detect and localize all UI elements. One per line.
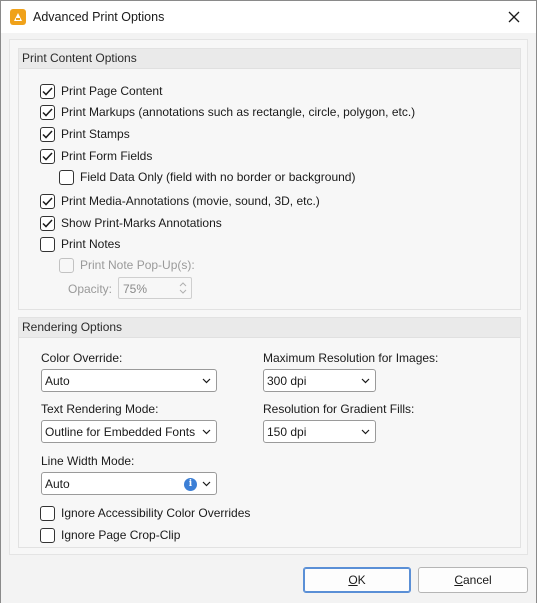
line-width-mode-value: Auto: [45, 477, 70, 491]
pdf-editor-app-icon: [10, 9, 26, 25]
text-rendering-mode-value: Outline for Embedded Fonts: [45, 425, 196, 439]
print-note-popups-label: Print Note Pop-Up(s):: [80, 258, 195, 272]
ok-rest: K: [357, 573, 366, 587]
ignore-accessibility-label: Ignore Accessibility Color Overrides: [61, 506, 251, 520]
checkmark-icon: [40, 148, 55, 164]
gradient-resolution-label: Resolution for Gradient Fills:: [263, 402, 415, 416]
ok-button[interactable]: OK: [303, 567, 411, 593]
cancel-mnemonic: C: [454, 573, 463, 587]
checkbox-box: [40, 527, 55, 543]
info-icon[interactable]: i: [184, 478, 197, 491]
dialog-content: Print Content Options Print Page Content…: [9, 39, 528, 555]
group-header-rendering: Rendering Options: [19, 318, 520, 338]
chevron-down-icon: [202, 378, 211, 384]
spinner-arrows-icon: [179, 282, 187, 294]
field-data-only-label: Field Data Only (field with no border or…: [80, 170, 356, 184]
print-form-fields-checkbox[interactable]: Print Form Fields: [40, 147, 152, 165]
chevron-down-icon: [361, 378, 370, 384]
gradient-resolution-select[interactable]: 150 dpi: [263, 420, 376, 443]
rendering-options-group: Rendering Options Color Override: Auto T…: [18, 317, 521, 548]
print-markups-checkbox[interactable]: Print Markups (annotations such as recta…: [40, 103, 415, 121]
checkmark-icon: [40, 104, 55, 120]
ignore-crop-clip-label: Ignore Page Crop-Clip: [61, 528, 181, 542]
checkbox-box: [59, 257, 74, 273]
cancel-rest: ancel: [462, 573, 492, 587]
print-stamps-checkbox[interactable]: Print Stamps: [40, 125, 130, 143]
opacity-label: Opacity:: [68, 282, 113, 296]
cancel-button[interactable]: Cancel: [418, 567, 528, 593]
print-note-popups-checkbox[interactable]: Print Note Pop-Up(s):: [59, 256, 195, 274]
show-print-marks-label: Show Print-Marks Annotations: [61, 216, 222, 230]
line-width-mode-label: Line Width Mode:: [41, 454, 135, 468]
print-media-annotations-checkbox[interactable]: Print Media-Annotations (movie, sound, 3…: [40, 192, 320, 210]
print-page-content-checkbox[interactable]: Print Page Content: [40, 82, 162, 100]
print-media-annotations-label: Print Media-Annotations (movie, sound, 3…: [61, 194, 320, 208]
line-width-mode-select[interactable]: Auto i: [41, 472, 217, 495]
show-print-marks-checkbox[interactable]: Show Print-Marks Annotations: [40, 214, 222, 232]
color-override-select[interactable]: Auto: [41, 369, 217, 392]
checkmark-icon: [40, 215, 55, 231]
checkmark-icon: [40, 126, 55, 142]
chevron-down-icon: [202, 429, 211, 435]
window-title: Advanced Print Options: [33, 10, 165, 24]
print-page-content-label: Print Page Content: [61, 84, 163, 98]
ignore-accessibility-checkbox[interactable]: Ignore Accessibility Color Overrides: [40, 504, 250, 522]
gradient-resolution-value: 150 dpi: [267, 425, 307, 439]
opacity-value: 75%: [123, 282, 148, 296]
close-icon: [508, 11, 520, 23]
ignore-crop-clip-checkbox[interactable]: Ignore Page Crop-Clip: [40, 526, 180, 544]
close-button[interactable]: [492, 1, 536, 33]
title-bar: Advanced Print Options: [1, 1, 536, 33]
checkbox-box: [40, 236, 55, 252]
print-stamps-label: Print Stamps: [61, 127, 130, 141]
print-content-options-group: Print Content Options Print Page Content…: [18, 48, 521, 310]
color-override-label: Color Override:: [41, 351, 123, 365]
print-notes-checkbox[interactable]: Print Notes: [40, 235, 120, 253]
checkbox-box: [59, 169, 74, 185]
print-notes-label: Print Notes: [61, 237, 121, 251]
chevron-down-icon: [361, 429, 370, 435]
ok-mnemonic: O: [348, 573, 358, 587]
checkmark-icon: [40, 193, 55, 209]
print-form-fields-label: Print Form Fields: [61, 149, 153, 163]
print-markups-label: Print Markups (annotations such as recta…: [61, 105, 416, 119]
max-resolution-label: Maximum Resolution for Images:: [263, 351, 439, 365]
color-override-value: Auto: [45, 374, 70, 388]
text-rendering-mode-select[interactable]: Outline for Embedded Fonts: [41, 420, 217, 443]
text-rendering-mode-label: Text Rendering Mode:: [41, 402, 159, 416]
field-data-only-checkbox[interactable]: Field Data Only (field with no border or…: [59, 168, 355, 186]
max-resolution-select[interactable]: 300 dpi: [263, 369, 376, 392]
group-header-print-content: Print Content Options: [19, 49, 520, 69]
max-resolution-value: 300 dpi: [267, 374, 307, 388]
opacity-spinner[interactable]: 75%: [118, 277, 192, 299]
dialog-footer: OK Cancel: [1, 559, 536, 603]
chevron-down-icon: [202, 481, 211, 487]
checkmark-icon: [40, 83, 55, 99]
checkbox-box: [40, 505, 55, 521]
advanced-print-options-dialog: Advanced Print Options Print Content Opt…: [0, 0, 537, 603]
